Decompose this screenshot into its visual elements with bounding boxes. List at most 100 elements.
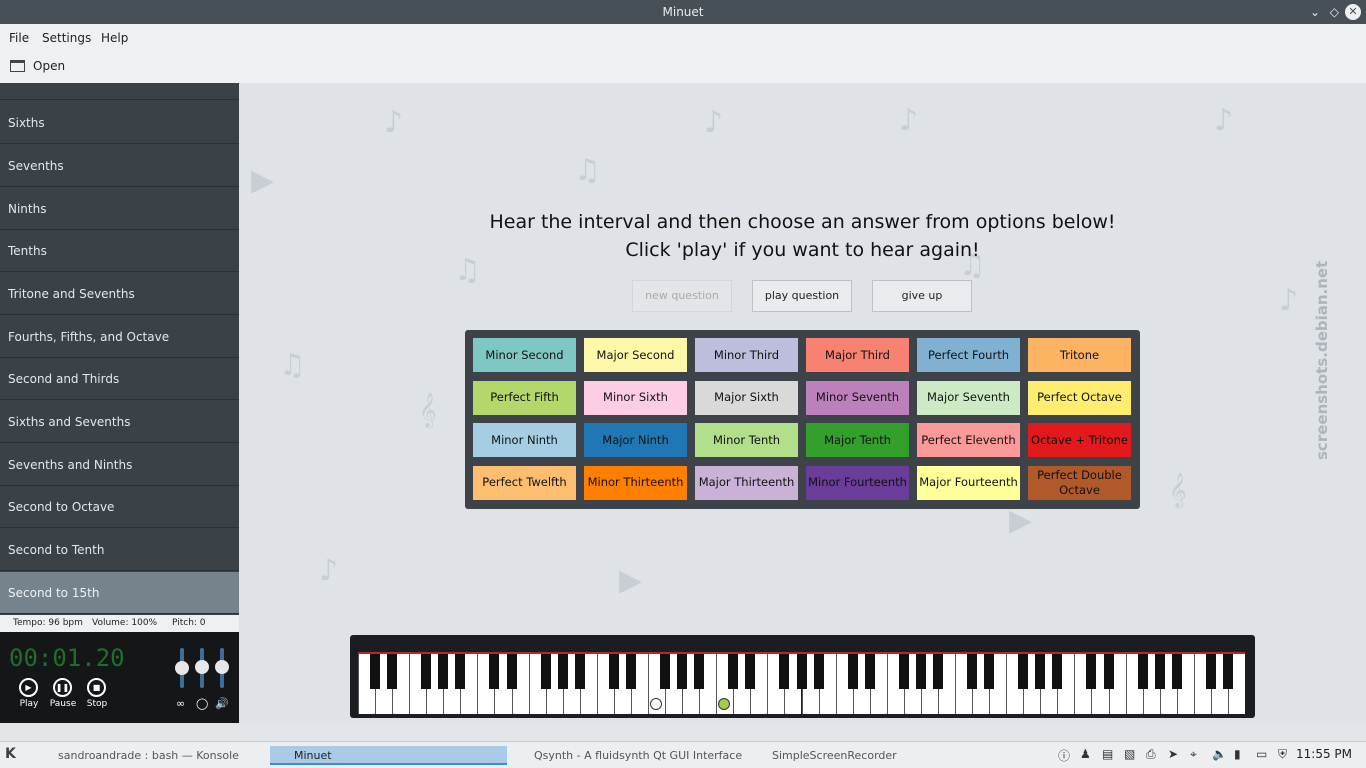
- interval-option-major-sixth[interactable]: Major Sixth: [695, 380, 798, 415]
- interval-option-minor-third[interactable]: Minor Third: [695, 338, 798, 372]
- new-question-button[interactable]: new question: [632, 280, 732, 312]
- network-icon[interactable]: ⌖: [1190, 747, 1197, 762]
- user-icon[interactable]: ♟: [1080, 747, 1091, 761]
- sidebar-item-sevenths-ninths[interactable]: Sevenths and Ninths: [0, 444, 239, 486]
- telegram-icon[interactable]: ➤: [1168, 747, 1178, 761]
- piano-black-key[interactable]: [728, 654, 739, 689]
- piano-black-key[interactable]: [864, 654, 875, 689]
- piano-black-key[interactable]: [745, 654, 756, 689]
- interval-option-minor-second[interactable]: Minor Second: [473, 338, 576, 372]
- piano-black-key[interactable]: [660, 654, 671, 689]
- close-icon[interactable]: ✕: [1345, 4, 1361, 20]
- piano-black-key[interactable]: [455, 654, 466, 689]
- piano-black-key[interactable]: [677, 654, 688, 689]
- interval-option-major-third[interactable]: Major Third: [806, 338, 909, 372]
- piano-black-key[interactable]: [694, 654, 705, 689]
- sidebar-item-second-octave[interactable]: Second to Octave: [0, 486, 239, 528]
- interval-option-perfect-fifth[interactable]: Perfect Fifth: [473, 380, 576, 415]
- stop-button[interactable]: ■: [87, 678, 106, 697]
- piano-black-key[interactable]: [1018, 654, 1029, 689]
- sidebar-item-sevenths[interactable]: Sevenths: [0, 145, 239, 187]
- tempo-slider-handle[interactable]: [195, 660, 209, 674]
- piano-black-key[interactable]: [1205, 654, 1216, 689]
- piano-black-key[interactable]: [438, 654, 449, 689]
- device-icon[interactable]: ▧: [1124, 747, 1135, 761]
- sidebar-item-tritone-sevenths[interactable]: Tritone and Sevenths: [0, 273, 239, 315]
- maximize-icon[interactable]: ◇: [1330, 0, 1339, 24]
- interval-option-minor-seventh[interactable]: Minor Seventh: [806, 380, 909, 415]
- interval-option-perfect-eleventh[interactable]: Perfect Eleventh: [917, 423, 1020, 457]
- sidebar-item-sixths[interactable]: Sixths: [0, 102, 239, 144]
- task-screen-recorder[interactable]: SimpleScreenRecorder: [748, 746, 948, 765]
- battery-icon[interactable]: ▮: [1234, 747, 1241, 761]
- piano-black-key[interactable]: [915, 654, 926, 689]
- interval-option-minor-thirteenth[interactable]: Minor Thirteenth: [584, 465, 687, 500]
- sidebar-item-second-tenth[interactable]: Second to Tenth: [0, 529, 239, 571]
- interval-option-major-fourteenth[interactable]: Major Fourteenth: [917, 465, 1020, 500]
- speaker-icon[interactable]: 🔈: [1212, 747, 1227, 761]
- interval-option-perfect-fourth[interactable]: Perfect Fourth: [917, 338, 1020, 372]
- menu-help[interactable]: Help: [101, 31, 128, 45]
- pause-button[interactable]: ❚❚: [53, 678, 72, 697]
- info-icon[interactable]: ⓘ: [1058, 747, 1070, 764]
- interval-option-minor-tenth[interactable]: Minor Tenth: [695, 423, 798, 457]
- sidebar-item-tenths[interactable]: Tenths: [0, 230, 239, 272]
- interval-option-minor-ninth[interactable]: Minor Ninth: [473, 423, 576, 457]
- piano-black-key[interactable]: [489, 654, 500, 689]
- piano-black-key[interactable]: [1171, 654, 1182, 689]
- interval-option-perfect-twelfth[interactable]: Perfect Twelfth: [473, 465, 576, 500]
- piano-black-key[interactable]: [387, 654, 398, 689]
- piano-black-key[interactable]: [847, 654, 858, 689]
- interval-option-minor-sixth[interactable]: Minor Sixth: [584, 380, 687, 415]
- piano-black-key[interactable]: [608, 654, 619, 689]
- printer-icon[interactable]: ⎙: [1146, 747, 1156, 762]
- play-button[interactable]: ▶: [19, 678, 38, 697]
- piano-black-key[interactable]: [932, 654, 943, 689]
- open-button[interactable]: Open: [10, 59, 65, 73]
- piano-black-key[interactable]: [625, 654, 636, 689]
- interval-option-minor-fourteenth[interactable]: Minor Fourteenth: [806, 465, 909, 500]
- interval-option-perfect-double-octave[interactable]: Perfect Double Octave: [1028, 465, 1131, 500]
- interval-option-major-ninth[interactable]: Major Ninth: [584, 423, 687, 457]
- interval-option-octave-tritone[interactable]: Octave + Tritone: [1028, 423, 1131, 457]
- play-question-button[interactable]: play question: [752, 280, 852, 312]
- piano-black-key[interactable]: [796, 654, 807, 689]
- piano-black-key[interactable]: [421, 654, 432, 689]
- interval-option-major-seventh[interactable]: Major Seventh: [917, 380, 1020, 415]
- interval-option-major-second[interactable]: Major Second: [584, 338, 687, 372]
- interval-option-major-tenth[interactable]: Major Tenth: [806, 423, 909, 457]
- piano-black-key[interactable]: [779, 654, 790, 689]
- task-minuet[interactable]: Minuet: [270, 746, 507, 765]
- sidebar-item-fourths-fifths-octave[interactable]: Fourths, Fifths, and Octave: [0, 316, 239, 358]
- sidebar-item-second-15th[interactable]: Second to 15th: [0, 572, 239, 614]
- piano-black-key[interactable]: [984, 654, 995, 689]
- clipboard-icon[interactable]: ▤: [1102, 747, 1113, 761]
- sidebar-item-ninths[interactable]: Ninths: [0, 188, 239, 230]
- piano-black-key[interactable]: [370, 654, 381, 689]
- piano-black-key[interactable]: [1154, 654, 1165, 689]
- interval-option-tritone[interactable]: Tritone: [1028, 338, 1131, 372]
- piano-black-key[interactable]: [1222, 654, 1233, 689]
- piano-black-key[interactable]: [1137, 654, 1148, 689]
- piano-black-key[interactable]: [1103, 654, 1114, 689]
- sidebar-item-sixths-sevenths[interactable]: Sixths and Sevenths: [0, 401, 239, 443]
- shield-icon[interactable]: ⛨: [1278, 747, 1287, 762]
- piano-black-key[interactable]: [557, 654, 568, 689]
- piano-black-key[interactable]: [898, 654, 909, 689]
- piano-black-key[interactable]: [506, 654, 517, 689]
- task-konsole[interactable]: sandroandrade : bash — Konsole: [34, 746, 262, 765]
- task-qsynth[interactable]: Qsynth - A fluidsynth Qt GUI Interface […: [510, 746, 742, 765]
- piano-black-key[interactable]: [967, 654, 978, 689]
- display-icon[interactable]: ▭: [1256, 747, 1267, 761]
- menu-file[interactable]: File: [9, 31, 29, 45]
- piano-black-key[interactable]: [1052, 654, 1063, 689]
- interval-option-perfect-octave[interactable]: Perfect Octave: [1028, 380, 1131, 415]
- minimize-icon[interactable]: ⌄: [1310, 0, 1320, 24]
- interval-option-major-thirteenth[interactable]: Major Thirteenth: [695, 465, 798, 500]
- give-up-button[interactable]: give up: [872, 280, 972, 312]
- piano-black-key[interactable]: [813, 654, 824, 689]
- app-launcher-icon[interactable]: K: [5, 746, 16, 762]
- piano-black-key[interactable]: [574, 654, 585, 689]
- piano-black-key[interactable]: [540, 654, 551, 689]
- pitch-slider-handle[interactable]: [175, 661, 189, 675]
